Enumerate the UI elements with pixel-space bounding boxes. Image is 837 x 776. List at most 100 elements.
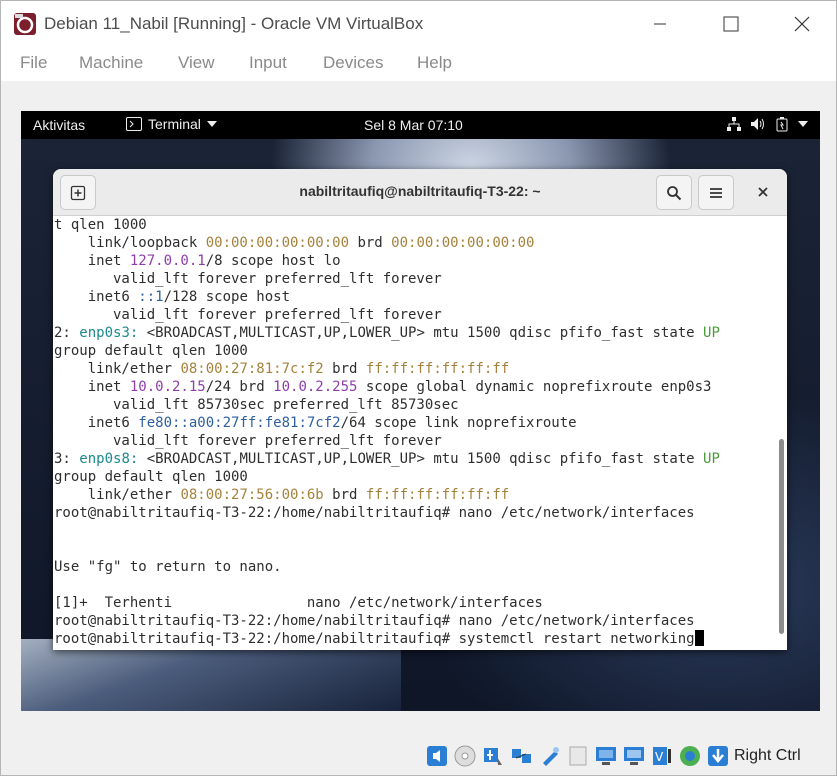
terminal-text: root@nabiltritaufiq-T3-22:/home/nabiltri…	[54, 505, 695, 521]
terminal-text: valid_lft forever preferred_lft forever	[54, 271, 442, 287]
terminal-text: 00:00:00:00:00:00	[205, 235, 350, 251]
terminal-text: 2:	[54, 325, 80, 341]
app-menu-terminal[interactable]: Terminal	[126, 116, 217, 132]
terminal-text: group default qlen 1000	[54, 469, 248, 485]
audio-icon[interactable]	[426, 745, 448, 767]
terminal-text: enp0s3:	[79, 325, 139, 341]
terminal-text: UP	[703, 325, 720, 341]
terminal-text: /8 scope host lo	[205, 253, 341, 269]
terminal-line: link/loopback 00:00:00:00:00:00 brd 00:0…	[54, 234, 776, 252]
terminal-text: valid_lft forever preferred_lft forever	[54, 433, 442, 449]
terminal-text: link/loopback	[54, 235, 206, 251]
terminal-line: valid_lft forever preferred_lft forever	[54, 270, 776, 288]
terminal-text: brd	[323, 361, 366, 377]
shared-folders-icon[interactable]	[539, 745, 561, 767]
vm-display[interactable]: Aktivitas Terminal Sel 8 Mar 07:10 nabil…	[21, 111, 820, 711]
status-bar: V Right Ctrl	[1, 737, 836, 775]
terminal-text: link/ether	[54, 361, 181, 377]
terminal-text: 08:00:27:81:7c:f2	[180, 361, 324, 377]
terminal-text: valid_lft 85730sec preferred_lft 85730se…	[54, 397, 459, 413]
terminal-text: inet	[54, 379, 130, 395]
menu-button[interactable]	[698, 175, 734, 210]
hamburger-menu-icon	[710, 187, 722, 198]
search-button[interactable]	[656, 175, 692, 210]
terminal-line: group default qlen 1000	[54, 468, 776, 486]
menu-help[interactable]: Help	[417, 53, 452, 73]
terminal-line: inet 10.0.2.15/24 brd 10.0.2.255 scope g…	[54, 378, 776, 396]
network-icon	[727, 117, 741, 131]
terminal-text: brd	[323, 487, 366, 503]
menu-machine[interactable]: Machine	[79, 53, 143, 73]
close-icon[interactable]	[787, 9, 817, 39]
terminal-text: 10.0.2.15	[129, 379, 206, 395]
terminal-text: ff:ff:ff:ff:ff:ff	[365, 361, 510, 377]
activities-button[interactable]: Aktivitas	[33, 117, 85, 133]
host-key-label: Right Ctrl	[734, 747, 801, 764]
terminal-scrollbar[interactable]	[779, 439, 784, 634]
menu-file[interactable]: File	[20, 53, 47, 73]
terminal-text: [1]+ Terhenti nano /etc/network/interfac…	[54, 595, 543, 611]
terminal-text: valid_lft forever preferred_lft forever	[54, 307, 442, 323]
terminal-text: inet6	[54, 415, 139, 431]
recording-icon[interactable]	[623, 745, 645, 767]
close-icon	[758, 187, 768, 197]
terminal-text: 3:	[54, 451, 80, 467]
menu-devices[interactable]: Devices	[323, 53, 383, 73]
clock[interactable]: Sel 8 Mar 07:10	[364, 117, 463, 133]
menu-input[interactable]: Input	[249, 53, 287, 73]
terminal-text: 00:00:00:00:00:00	[391, 235, 535, 251]
terminal-text: ff:ff:ff:ff:ff:ff	[365, 487, 510, 503]
display-icon[interactable]	[595, 745, 617, 767]
terminal-text: 127.0.0.1	[129, 253, 206, 269]
terminal-text: group default qlen 1000	[54, 343, 248, 359]
terminal-line: [1]+ Terhenti nano /etc/network/interfac…	[54, 594, 776, 612]
terminal-window[interactable]: nabiltritaufiq@nabiltritaufiq-T3-22: ~ t…	[53, 169, 787, 650]
terminal-text: enp0s8:	[79, 451, 139, 467]
chevron-down-icon	[206, 121, 217, 127]
terminal-line: group default qlen 1000	[54, 342, 776, 360]
terminal-text: t qlen 1000	[54, 217, 147, 233]
terminal-text: scope global dynamic noprefixroute enp0s…	[357, 379, 712, 395]
battery-icon	[776, 117, 788, 132]
terminal-line: valid_lft forever preferred_lft forever	[54, 432, 776, 450]
chevron-down-icon	[798, 121, 808, 127]
optical-drive-icon[interactable]	[454, 745, 476, 767]
terminal-line: root@nabiltritaufiq-T3-22:/home/nabiltri…	[54, 612, 776, 630]
keyboard-capture-icon[interactable]	[707, 745, 729, 767]
terminal-text: link/ether	[54, 487, 181, 503]
app-menu-label: Terminal	[148, 116, 201, 132]
terminal-output[interactable]: t qlen 1000 link/loopback 00:00:00:00:00…	[54, 216, 776, 650]
terminal-close-button[interactable]	[747, 176, 779, 208]
window-titlebar: Debian 11_Nabil [Running] - Oracle VM Vi…	[1, 1, 836, 47]
cpu-virtualization-icon[interactable]: V	[651, 745, 673, 767]
system-tray[interactable]	[726, 116, 808, 132]
terminal-text: inet6	[54, 289, 139, 305]
menu-bar: File Machine View Input Devices Help	[1, 47, 836, 81]
terminal-line: t qlen 1000	[54, 216, 776, 234]
svg-text:V: V	[655, 750, 664, 764]
virtualbox-window: Debian 11_Nabil [Running] - Oracle VM Vi…	[0, 0, 837, 776]
terminal-text: root@nabiltritaufiq-T3-22:/home/nabiltri…	[54, 631, 695, 647]
window-title: Debian 11_Nabil [Running] - Oracle VM Vi…	[44, 14, 424, 33]
usb-icon[interactable]	[482, 745, 504, 767]
terminal-text: /128 scope host	[163, 289, 291, 305]
terminal-line: 2: enp0s3: <BROADCAST,MULTICAST,UP,LOWER…	[54, 324, 776, 342]
network-adapter-icon[interactable]	[511, 745, 533, 767]
terminal-text: brd	[349, 235, 392, 251]
terminal-line: inet6 ::1/128 scope host	[54, 288, 776, 306]
terminal-line: 3: enp0s8: <BROADCAST,MULTICAST,UP,LOWER…	[54, 450, 776, 468]
virtualbox-logo-icon	[14, 13, 36, 35]
terminal-text: fe80::a00:27ff:fe81:7cf2	[138, 415, 341, 431]
menu-view[interactable]: View	[178, 53, 215, 73]
volume-icon	[751, 118, 764, 130]
terminal-line: valid_lft forever preferred_lft forever	[54, 306, 776, 324]
terminal-headerbar: nabiltritaufiq@nabiltritaufiq-T3-22: ~	[53, 169, 787, 216]
maximize-icon[interactable]	[716, 9, 746, 39]
terminal-text: inet	[54, 253, 130, 269]
mouse-integration-icon[interactable]	[679, 745, 701, 767]
minimize-icon[interactable]	[645, 9, 675, 39]
clipboard-icon[interactable]	[567, 745, 589, 767]
